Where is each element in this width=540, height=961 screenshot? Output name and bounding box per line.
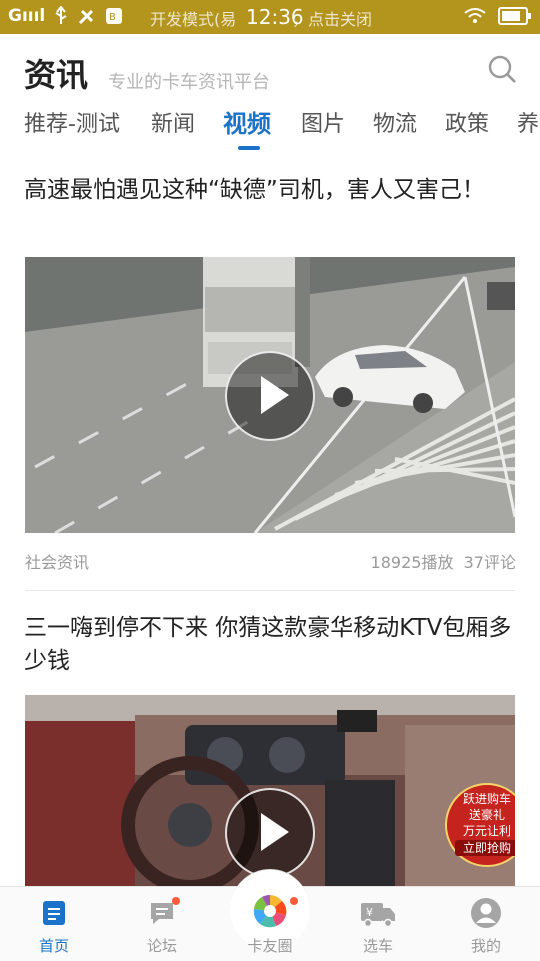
article-title[interactable]: 三一嗨到停不下来 你猜这款豪华移动KTV包厢多少钱 — [24, 612, 514, 678]
tab-pictures[interactable]: 图片 — [301, 106, 345, 138]
tab-policy[interactable]: 政策 — [445, 106, 489, 138]
profile-icon — [471, 898, 501, 928]
wifi-icon — [464, 8, 486, 23]
app-header: 资讯 专业的卡车资讯平台 — [0, 34, 540, 104]
forum-badge — [172, 897, 180, 905]
search-icon[interactable] — [487, 54, 517, 84]
tab-video[interactable]: 视频 — [223, 104, 271, 139]
tab-maintenance[interactable]: 养 — [517, 106, 539, 138]
promo-line1: 跃进购车 — [462, 792, 511, 806]
promo-button[interactable]: 立即抢购 — [455, 840, 515, 856]
play-count: 18925播放 — [370, 553, 454, 572]
nav-choose-car[interactable]: ¥ 选车 — [324, 887, 432, 961]
video-thumbnail[interactable] — [25, 257, 515, 533]
svg-text:B: B — [109, 12, 116, 23]
friends-badge — [290, 897, 298, 905]
article-stats: 18925播放 37评论 — [371, 549, 516, 573]
tab-logistics[interactable]: 物流 — [373, 106, 417, 138]
usb-icon — [55, 6, 67, 24]
play-icon[interactable] — [225, 788, 315, 878]
nav-truck-friends[interactable]: 卡友圈 — [216, 887, 324, 961]
video-thumbnail[interactable]: 跃进购车 送豪礼 万元让利 立即抢购 — [25, 695, 515, 886]
battery-icon — [498, 7, 531, 25]
category-tabs: 推荐-测试 新闻 视频 图片 物流 政策 养 — [0, 104, 540, 150]
nav-mine[interactable]: 我的 — [432, 887, 540, 961]
status-icons-right — [464, 7, 531, 25]
promo-line2: 送豪礼 — [468, 808, 505, 822]
article-title[interactable]: 高速最怕遇见这种“缺德”司机，害人又害己！ — [24, 174, 514, 207]
pinwheel-icon — [253, 894, 287, 928]
nav-label: 论坛 — [146, 937, 177, 955]
divider — [25, 590, 515, 591]
battery-level — [502, 11, 520, 21]
app-notification-icon: B — [106, 8, 123, 24]
tab-recommend[interactable]: 推荐-测试 — [24, 106, 120, 138]
nav-home[interactable]: 首页 — [0, 887, 108, 961]
nav-label: 首页 — [38, 937, 69, 955]
promo-badge[interactable]: 跃进购车 送豪礼 万元让利 立即抢购 — [445, 783, 515, 867]
svg-text:¥: ¥ — [366, 906, 373, 919]
bottom-navigation: 首页 论坛 卡友圈 ¥ 选车 我的 — [0, 869, 540, 961]
play-icon[interactable] — [225, 351, 315, 441]
status-icons-left: Gıııl B — [8, 6, 123, 26]
page-subtitle: 专业的卡车资讯平台 — [108, 72, 270, 93]
promo-line3: 万元让利 — [462, 824, 511, 838]
tab-news[interactable]: 新闻 — [151, 106, 195, 138]
tools-icon — [79, 9, 94, 25]
close-hint[interactable]: ，点击关闭 — [292, 6, 372, 30]
nav-forum[interactable]: 论坛 — [108, 887, 216, 961]
nav-label: 我的 — [470, 937, 501, 955]
active-tab-indicator — [238, 146, 260, 150]
article-category: 社会资讯 — [25, 553, 90, 572]
signal-indicator: Gıııl — [8, 6, 46, 26]
comment-count: 37评论 — [463, 553, 516, 572]
nav-label: 选车 — [362, 937, 393, 955]
dev-mode-notice[interactable]: 开发模式(易 — [150, 6, 236, 30]
page-title: 资讯 — [24, 56, 89, 94]
truck-price-icon: ¥ — [361, 903, 395, 927]
status-bar: Gıııl B 开发模式(易 12:36 ，点击关闭 — [0, 0, 540, 34]
home-doc-icon — [43, 901, 65, 925]
nav-label: 卡友圈 — [247, 937, 293, 955]
